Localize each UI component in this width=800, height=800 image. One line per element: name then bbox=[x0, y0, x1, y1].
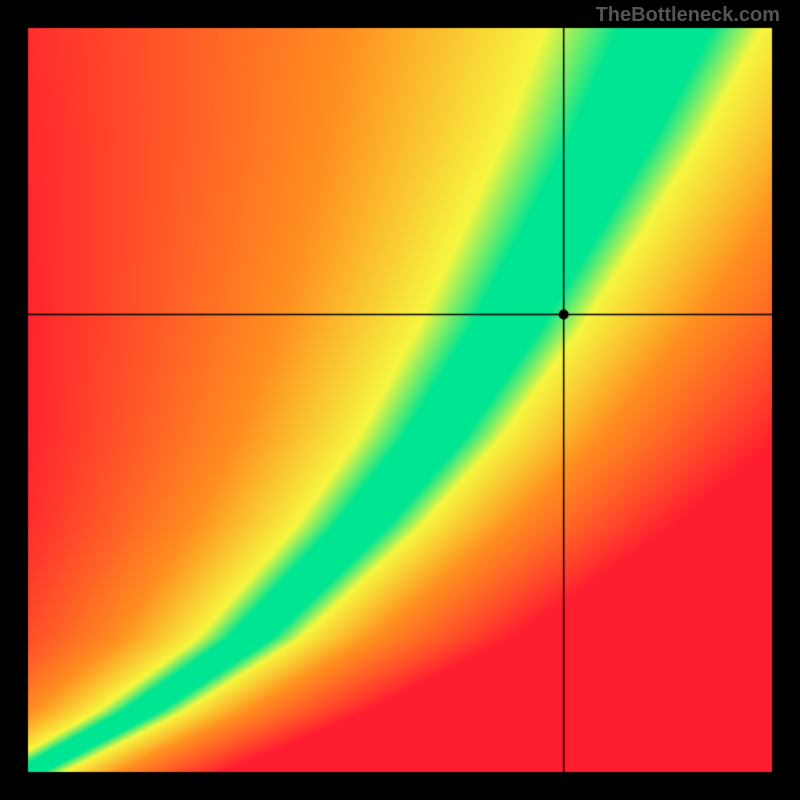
chart-container: TheBottleneck.com bbox=[0, 0, 800, 800]
bottleneck-heatmap bbox=[0, 0, 800, 800]
watermark-text: TheBottleneck.com bbox=[596, 4, 780, 27]
